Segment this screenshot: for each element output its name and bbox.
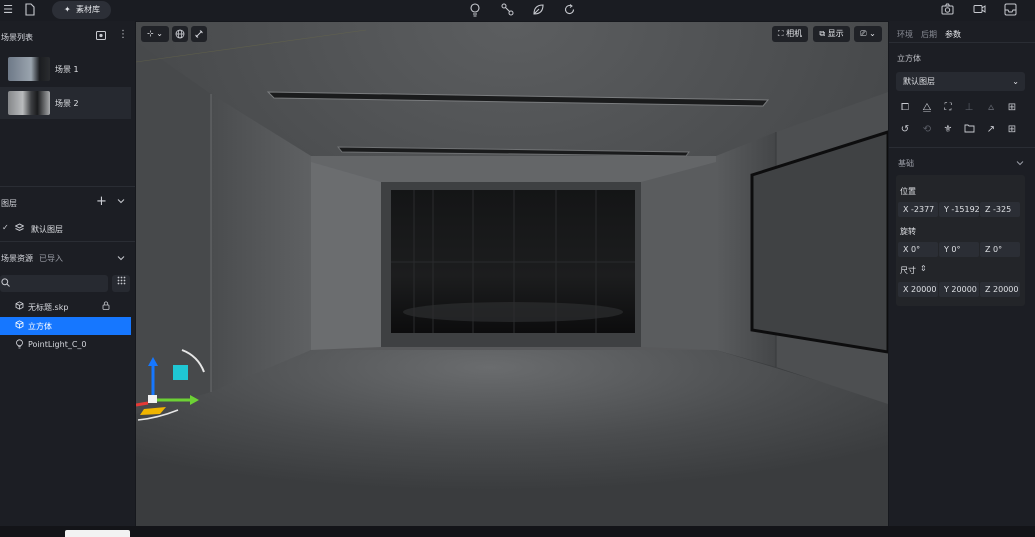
video-icon[interactable] — [972, 3, 986, 17]
scene-item[interactable]: 场景 1 — [0, 53, 131, 85]
tab-environment[interactable]: 环境 — [897, 29, 913, 40]
add-scene-icon[interactable] — [96, 31, 106, 43]
lock-icon[interactable] — [102, 301, 110, 312]
path-icon[interactable] — [500, 3, 514, 17]
undo-rotate-icon[interactable]: ↺ — [898, 123, 912, 137]
resource-item[interactable]: PointLight_C_0 — [0, 336, 131, 354]
divider — [0, 241, 135, 242]
divider — [889, 147, 1035, 148]
object-name: 立方体 — [897, 54, 921, 63]
copy-icon[interactable]: ⧠ — [898, 101, 912, 115]
gizmo-mode-dropdown[interactable]: ⊹ ⌄ — [141, 26, 169, 42]
layers-copy-icon: ⧉ — [819, 29, 826, 38]
resource-item[interactable]: 立方体 — [0, 317, 131, 335]
size-label: 尺寸 — [900, 266, 916, 275]
camera-button[interactable]: ⛶ 相机 — [772, 26, 808, 42]
search-icon — [1, 278, 10, 290]
focus-icon: ⛶ — [777, 29, 784, 38]
menu-icon[interactable]: ☰ — [1, 3, 15, 17]
view-dropdown[interactable]: ⎚ ⌄ — [854, 26, 882, 42]
globe-icon[interactable] — [172, 26, 188, 42]
scene-render — [136, 22, 888, 526]
scene-list-title: 场景列表 — [1, 33, 33, 42]
library-button[interactable]: ✦ 素材库 — [52, 1, 111, 19]
axes-icon: ⊹ — [147, 29, 154, 38]
loop-icon[interactable]: ⟲ — [920, 123, 934, 137]
collapse-icon[interactable] — [117, 254, 125, 264]
folder-icon[interactable] — [962, 123, 976, 137]
rotation-x-field[interactable]: X 0° — [898, 242, 938, 257]
bottom-tab[interactable] — [65, 530, 130, 537]
position-z-field[interactable]: Z -325 — [980, 202, 1020, 217]
share-icon[interactable]: ↗ — [984, 123, 998, 137]
rotation-label: 旋转 — [900, 227, 916, 236]
scene-thumbnail — [8, 57, 50, 81]
more-icon[interactable]: ⋮ — [118, 29, 128, 40]
inbox-icon[interactable] — [1003, 3, 1017, 17]
display-button[interactable]: ⧉ 显示 — [813, 26, 850, 42]
chevron-down-icon[interactable] — [1016, 159, 1024, 169]
position-x-field[interactable]: X -2377 — [898, 202, 938, 217]
camera-icon[interactable] — [940, 3, 954, 17]
right-panel: 环境 后期 参数 立方体 默认图层 ⌄ ⧠ ⧋ ⛶ ⊥ ⩟ ⊞ ↺ ⟲ ⚜ ↗ … — [889, 21, 1035, 526]
size-y-field[interactable]: Y 20000 — [939, 282, 979, 297]
chevron-down-icon: ⌄ — [156, 29, 163, 38]
layers-title: 图层 — [1, 199, 17, 208]
tab-post-processing[interactable]: 后期 — [921, 29, 937, 40]
scene-thumbnail — [8, 91, 50, 115]
mirror-icon[interactable]: ⧋ — [920, 101, 934, 115]
light-bulb-icon — [15, 339, 25, 351]
layers-icon — [14, 223, 25, 235]
grid-icon[interactable]: ⊞ — [1005, 123, 1019, 137]
assets-tab[interactable]: 场景资源 — [1, 253, 33, 264]
size-z-field[interactable]: Z 20000 — [980, 282, 1020, 297]
cube-icon — [15, 320, 25, 331]
top-bar: ☰ ✦ 素材库 — [0, 0, 1035, 21]
collapse-icon[interactable] — [117, 197, 125, 207]
grid-view-button[interactable] — [112, 275, 130, 292]
scale-lock-icon[interactable]: ⇕ — [920, 264, 927, 273]
refresh-icon[interactable] — [562, 3, 576, 17]
left-panel: 场景列表 ⋮ 场景 1 场景 2 图层 + ✓ 默认图层 场景资源 已导入 无标… — [0, 21, 135, 526]
size-x-field[interactable]: X 20000 — [898, 282, 938, 297]
scene-name: 场景 2 — [55, 99, 79, 108]
library-icon: ✦ — [64, 5, 71, 14]
chevron-down-icon: ⌄ — [869, 29, 876, 38]
position-y-field[interactable]: Y -15192 — [939, 202, 979, 217]
add-layer-icon[interactable]: + — [96, 194, 107, 209]
camera-view-icon: ⎚ — [860, 29, 867, 38]
tab-parameters[interactable]: 参数 — [945, 29, 961, 40]
leaf-icon[interactable] — [531, 3, 545, 17]
search-input[interactable] — [0, 275, 108, 292]
bulb-icon[interactable] — [468, 3, 482, 17]
rotation-y-field[interactable]: Y 0° — [939, 242, 979, 257]
scene-item[interactable]: 场景 2 — [0, 87, 131, 119]
position-label: 位置 — [900, 187, 916, 196]
divider — [889, 42, 1035, 43]
align-icon[interactable]: ⊥ — [962, 101, 976, 115]
material-icon[interactable]: ⚜ — [941, 123, 955, 137]
imported-tab[interactable]: 已导入 — [39, 253, 63, 264]
transform-properties: 位置 X -2377 Y -15192 Z -325 旋转 X 0° Y 0° … — [896, 175, 1025, 306]
bottom-bar — [0, 526, 1035, 537]
layer-select[interactable]: 默认图层 ⌄ — [896, 72, 1025, 91]
cube-icon — [15, 301, 25, 312]
ground-icon[interactable]: ⩟ — [984, 101, 998, 115]
transform-gizmo[interactable] — [136, 342, 226, 432]
divider — [0, 186, 135, 187]
magnet-icon[interactable] — [191, 26, 207, 42]
document-icon[interactable] — [23, 3, 37, 17]
chevron-down-icon: ⌄ — [1012, 77, 1019, 86]
rotation-z-field[interactable]: Z 0° — [980, 242, 1020, 257]
scene-name: 场景 1 — [55, 65, 79, 74]
3d-viewport[interactable]: ⊹ ⌄ ⛶ 相机 ⧉ 显示 ⎚ ⌄ — [136, 22, 888, 526]
check-icon[interactable]: ✓ — [2, 223, 9, 232]
default-layer-label[interactable]: 默认图层 — [31, 224, 63, 235]
focus-object-icon[interactable]: ⛶ — [941, 101, 955, 115]
add-copy-icon[interactable]: ⊞ — [1005, 101, 1019, 115]
resource-item[interactable]: 无标题.skp — [0, 298, 131, 316]
basic-section-title[interactable]: 基础 — [898, 158, 914, 169]
